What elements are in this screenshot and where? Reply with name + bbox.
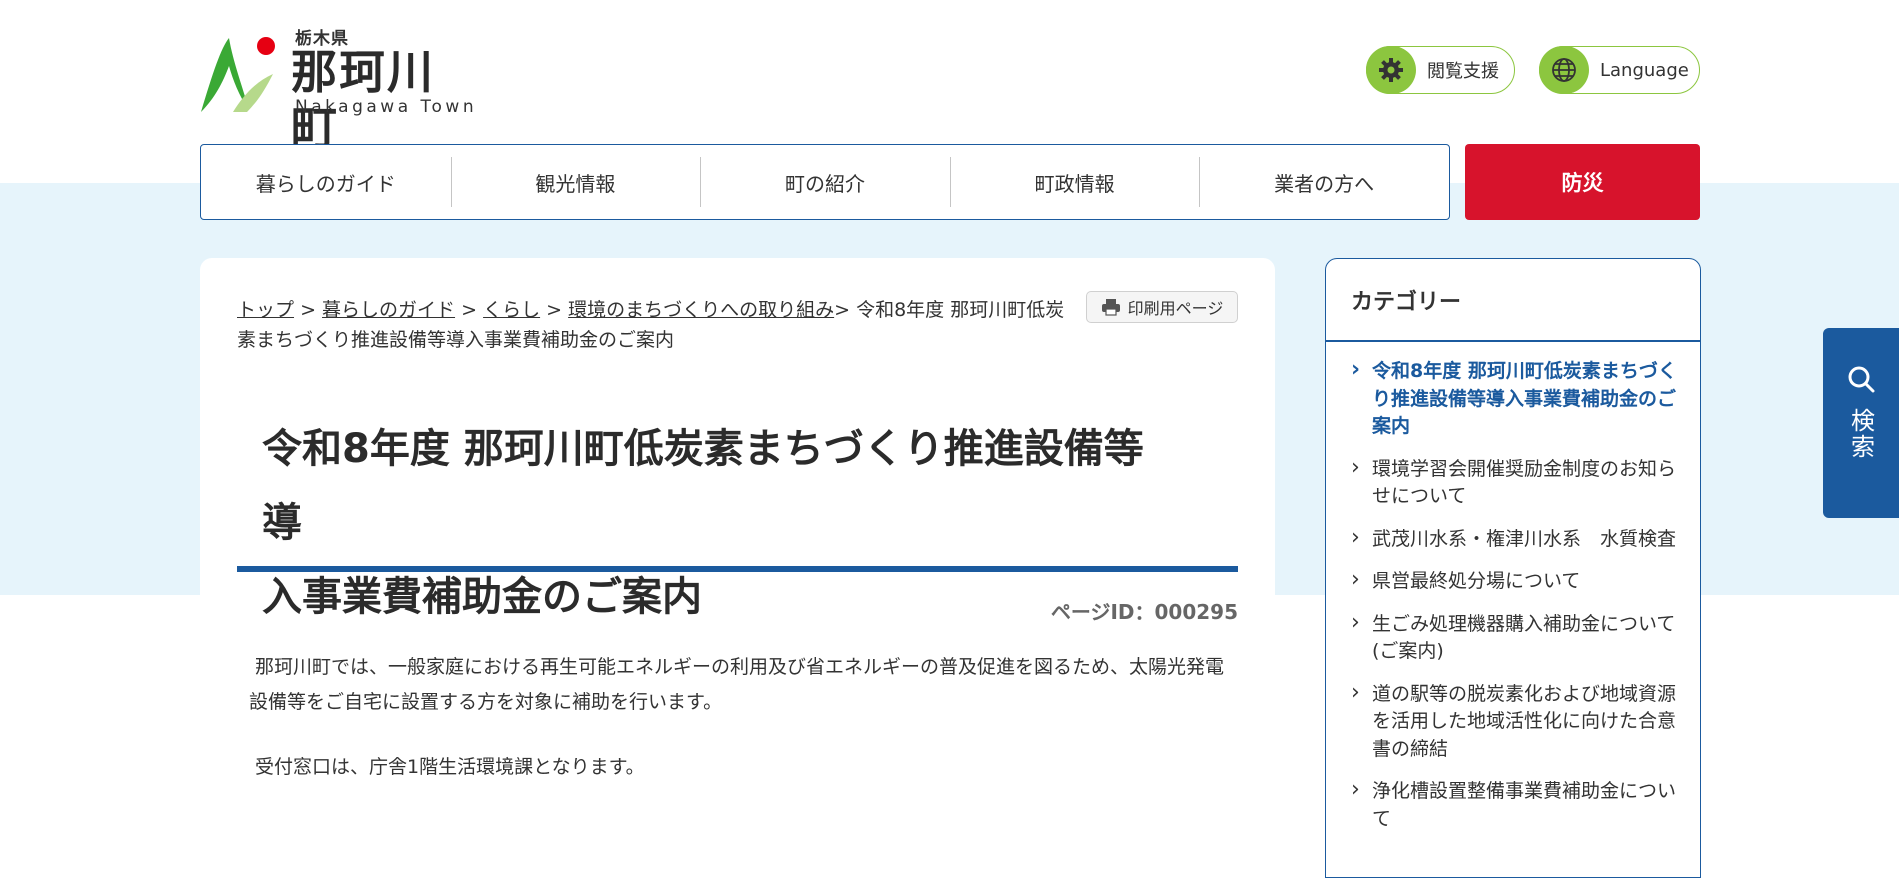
category-item[interactable]: 武茂川水系・権津川水系 水質検査	[1351, 524, 1678, 554]
printer-icon	[1101, 298, 1121, 316]
search-icon	[1846, 364, 1876, 398]
breadcrumb-separator: >	[461, 299, 478, 321]
search-label: 検索	[1846, 408, 1875, 460]
page-title: 令和8年度 那珂川町低炭素まちづくり推進設備等導 入事業費補助金のご案内	[262, 412, 1182, 634]
category-item[interactable]: 浄化槽設置整備事業費補助金について	[1351, 776, 1678, 833]
site-logo[interactable]: 栃木県 那珂川町 Nakagawa Town	[199, 24, 479, 155]
logo-english-name: Nakagawa Town	[295, 97, 478, 117]
sidebar-title: カテゴリー	[1326, 259, 1700, 342]
language-button[interactable]: Language	[1539, 46, 1700, 94]
category-item[interactable]: 県営最終処分場について	[1351, 566, 1678, 596]
main-content: トップ > 暮らしのガイド > くらし > 環境のまちづくりへの取り組み> 令和…	[200, 258, 1275, 867]
nav-item-business[interactable]: 業者の方へ	[1199, 145, 1449, 219]
global-nav: 暮らしのガイド 観光情報 町の紹介 町政情報 業者の方へ	[200, 144, 1450, 220]
body-paragraph-2-text: 受付窓口は、庁舎1階生活環境課となります。	[255, 756, 645, 778]
logo-mark-icon	[201, 37, 275, 112]
breadcrumb-separator: >	[300, 299, 316, 321]
breadcrumb-link-living-guide[interactable]: 暮らしのガイド	[322, 299, 455, 321]
category-item[interactable]: 道の駅等の脱炭素化および地域資源を活用した地域活性化に向けた合意書の締結	[1351, 679, 1678, 764]
page-title-line-1: 令和8年度 那珂川町低炭素まちづくり推進設備等導	[262, 426, 1144, 546]
breadcrumb-link-environment[interactable]: 環境のまちづくりへの取り組み	[568, 299, 834, 321]
body-paragraph-2: 受付窓口は、庁舎1階生活環境課となります。	[249, 750, 645, 785]
category-item[interactable]: 生ごみ処理機器購入補助金について(ご案内)	[1351, 609, 1678, 666]
breadcrumb-link-living[interactable]: くらし	[483, 299, 540, 321]
breadcrumb: トップ > 暮らしのガイド > くらし > 環境のまちづくりへの取り組み> 令和…	[237, 295, 1077, 355]
print-page-button[interactable]: 印刷用ページ	[1086, 291, 1238, 323]
nav-item-living-guide[interactable]: 暮らしのガイド	[201, 145, 451, 219]
page-id: ページID：000295	[1050, 600, 1238, 624]
body-paragraph-1: 那珂川町では、一般家庭における再生可能エネルギーの利用及び省エネルギーの普及促進…	[249, 650, 1234, 720]
title-underline	[237, 566, 1238, 572]
category-sidebar: カテゴリー 令和8年度 那珂川町低炭素まちづくり推進設備等導入事業費補助金のご案…	[1325, 258, 1701, 878]
body-paragraph-1-text: 那珂川町では、一般家庭における再生可能エネルギーの利用及び省エネルギーの普及促進…	[249, 656, 1225, 713]
breadcrumb-link-top[interactable]: トップ	[237, 299, 294, 321]
print-page-label: 印刷用ページ	[1127, 299, 1224, 318]
nav-item-town-admin[interactable]: 町政情報	[949, 145, 1200, 219]
language-label: Language	[1600, 59, 1689, 81]
accessibility-label: 閲覧支援	[1427, 61, 1499, 82]
category-item[interactable]: 環境学習会開催奨励金制度のお知らせについて	[1351, 454, 1678, 511]
globe-icon	[1539, 46, 1589, 94]
gear-icon	[1366, 46, 1416, 94]
category-list: 令和8年度 那珂川町低炭素まちづくり推進設備等導入事業費補助金のご案内 環境学習…	[1326, 342, 1700, 833]
accessibility-button[interactable]: 閲覧支援	[1366, 46, 1515, 94]
disaster-prevention-button[interactable]: 防災	[1465, 144, 1700, 220]
floating-search-button[interactable]: 検索	[1823, 328, 1899, 518]
breadcrumb-separator: >	[546, 299, 563, 321]
nav-item-tourism[interactable]: 観光情報	[450, 145, 701, 219]
nav-item-town-intro[interactable]: 町の紹介	[700, 145, 950, 219]
category-item-current[interactable]: 令和8年度 那珂川町低炭素まちづくり推進設備等導入事業費補助金のご案内	[1351, 356, 1678, 441]
breadcrumb-separator: >	[834, 299, 851, 321]
page-title-line-2: 入事業費補助金のご案内	[262, 574, 702, 620]
